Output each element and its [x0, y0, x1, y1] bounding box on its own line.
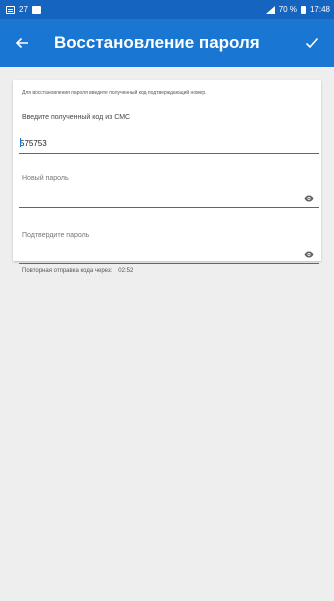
battery-icon: [300, 5, 306, 14]
notification-icon: [31, 5, 41, 14]
signal-icon: [265, 5, 275, 14]
resend-timer: Повторная отправка кода через: 02:52: [22, 268, 133, 274]
resend-label: Повторная отправка кода через:: [22, 268, 113, 274]
arrow-left-icon: [15, 37, 28, 49]
done-button[interactable]: [290, 19, 334, 67]
text-cursor: [20, 138, 21, 147]
code-label: Введите полученный код из СМС: [22, 114, 131, 121]
recovery-hint: Для восстановления пароля введите получе…: [22, 90, 207, 96]
check-icon: [305, 37, 319, 49]
eye-icon[interactable]: [304, 195, 314, 202]
new-password-label: Новый пароль: [22, 175, 69, 182]
message-icon: [6, 5, 15, 14]
recovery-form-card: Для восстановления пароля введите получе…: [13, 80, 321, 264]
resend-time: 02:52: [118, 268, 134, 274]
battery-text: 70 %: [278, 5, 297, 14]
sms-code-input[interactable]: [19, 134, 319, 154]
confirm-password-label: Подтвердите пароль: [22, 232, 90, 239]
status-bar: 27 70 % 17:48: [0, 0, 334, 19]
confirm-password-input[interactable]: [19, 246, 319, 264]
status-time: 17:48: [309, 5, 330, 14]
eye-icon[interactable]: [304, 251, 314, 258]
status-bar-right: 70 % 17:48: [265, 5, 330, 14]
page-title: Восстановление пароля: [54, 33, 260, 52]
toolbar: Восстановление пароля: [0, 19, 334, 67]
new-password-input[interactable]: [19, 190, 319, 208]
status-bar-left: 27: [6, 5, 41, 14]
back-button[interactable]: [0, 19, 44, 67]
status-left-text: 27: [19, 5, 28, 14]
